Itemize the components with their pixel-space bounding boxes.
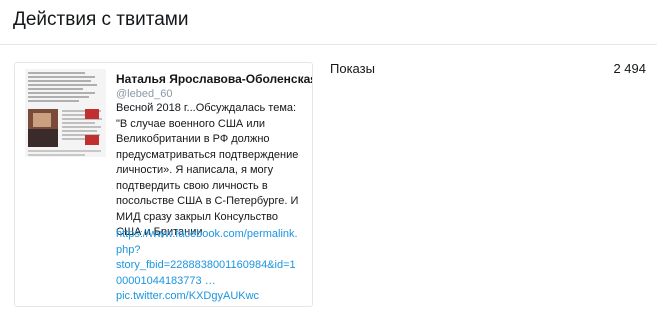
tweet-links: https://www.facebook.com/permalink. php?… <box>116 227 308 305</box>
document-screenshot-icon[interactable] <box>25 69 106 157</box>
tweet-media-link[interactable]: pic.twitter.com/KXDgyAUKwc <box>116 289 308 305</box>
tweet-text: Весной 2018 г...Обсуждалась тема: "В слу… <box>116 102 299 238</box>
impressions-metric: Показы 2 494 <box>330 61 646 79</box>
impressions-value: 2 494 <box>613 61 646 76</box>
tweet-card[interactable]: Наталья Ярославова-Оболенская @lebed_60 … <box>14 62 313 307</box>
tweet-link-line-3[interactable]: story_fbid=2288838001160984&id=1 <box>116 258 308 274</box>
tweet-author-name[interactable]: Наталья Ярославова-Оболенская <box>116 72 312 86</box>
tweet-link-line-2[interactable]: php? <box>116 243 308 259</box>
tweet-author-handle[interactable]: @lebed_60 <box>116 88 172 100</box>
tweet-link-line-1[interactable]: https://www.facebook.com/permalink. <box>116 227 308 243</box>
page-header: Действия с твитами <box>0 0 657 45</box>
impressions-label: Показы <box>330 61 375 76</box>
tweet-link-line-4[interactable]: 00001044183773 … <box>116 274 308 290</box>
page-title: Действия с твитами <box>13 9 189 30</box>
thumbnail-graphic <box>25 69 106 157</box>
